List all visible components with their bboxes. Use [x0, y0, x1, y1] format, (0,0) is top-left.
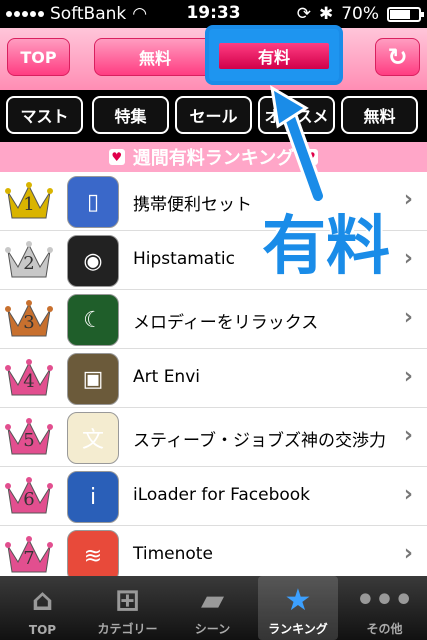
- list-item[interactable]: 3 ☾ メロディーをリラックス ›: [0, 290, 427, 349]
- rainbow-icon: ≋: [67, 530, 119, 576]
- chevron-right-icon: ›: [403, 305, 413, 330]
- rotation-lock-icon: ⟳: [296, 4, 311, 24]
- rank-number: 5: [23, 430, 35, 451]
- list-item[interactable]: 7 ≋ Timenote ›: [0, 526, 427, 576]
- refresh-icon: ↻: [387, 43, 408, 71]
- paid-highlight-box: 有料: [205, 25, 343, 85]
- ranking-title: 週間有料ランキング: [132, 148, 295, 169]
- category-label: 特集: [114, 107, 147, 126]
- bluetooth-icon: ✱: [318, 4, 334, 24]
- chevron-right-icon: ›: [403, 364, 413, 389]
- top-button[interactable]: TOP: [7, 38, 70, 76]
- app-name: iLoader for Facebook: [133, 485, 311, 505]
- list-item[interactable]: 4 ▣ Art Envi ›: [0, 349, 427, 408]
- tab-bar: ⌂ TOP ⊞ カテゴリー ▰ シーン ★ ランキング ••• その他: [0, 576, 427, 640]
- app-name: Hipstamatic: [133, 249, 235, 269]
- free-segment[interactable]: 無料: [95, 39, 215, 75]
- rank-number: 3: [23, 312, 35, 333]
- tab-label: ランキング: [268, 622, 328, 636]
- category-label: オススメ: [264, 107, 329, 126]
- chevron-right-icon: ›: [403, 482, 413, 507]
- clapper-icon: ▰: [200, 582, 225, 618]
- loader-icon: i: [67, 471, 119, 523]
- list-item[interactable]: 5 文スティーブ・ジョブズ神の交渉力 ›: [0, 408, 427, 467]
- category-sale[interactable]: セール: [175, 96, 252, 134]
- tab-top[interactable]: ⌂ TOP: [0, 576, 85, 640]
- status-bar: SoftBank ◠ 19:33 ⟳ ✱ 70%: [0, 0, 427, 28]
- more-icon: •••: [355, 582, 414, 618]
- tab-more[interactable]: ••• その他: [342, 576, 427, 640]
- ranking-header: ♥ 週間有料ランキング ♥: [0, 142, 427, 172]
- chevron-right-icon: ›: [403, 423, 413, 448]
- heart-icon: ♥: [302, 149, 319, 165]
- category-special[interactable]: 特集: [92, 96, 169, 134]
- annotation-label: 有料: [261, 209, 392, 286]
- rank-number: 4: [23, 371, 35, 392]
- tab-ranking[interactable]: ★ ランキング: [258, 576, 338, 640]
- painting-icon: ▣: [67, 353, 119, 405]
- category-bar: マスト 特集 セール オススメ 無料: [0, 90, 427, 142]
- book-icon: 文: [67, 412, 119, 464]
- moon-icon: ☾: [67, 294, 119, 346]
- battery-fill: [390, 9, 410, 19]
- tab-label: その他: [366, 622, 403, 636]
- category-label: マスト: [20, 107, 69, 126]
- phone-icon: ▯: [67, 176, 119, 228]
- category-recommended[interactable]: オススメ: [258, 96, 335, 134]
- category-free[interactable]: 無料: [341, 96, 418, 134]
- tree-icon: ⊞: [114, 582, 141, 618]
- status-right: ⟳ ✱ 70%: [296, 4, 424, 24]
- app-name: Art Envi: [133, 367, 200, 387]
- category-must[interactable]: マスト: [6, 96, 83, 134]
- heart-icon: ♥: [108, 149, 125, 165]
- app-name: Timenote: [133, 544, 213, 564]
- tab-label: シーン: [194, 622, 231, 636]
- app-name: スティーブ・ジョブズ神の交渉力: [133, 431, 386, 451]
- rank-number: 1: [23, 194, 35, 215]
- rank-number: 6: [23, 489, 35, 510]
- refresh-button[interactable]: ↻: [375, 38, 420, 76]
- tab-label: カテゴリー: [97, 622, 158, 636]
- app-name: メロディーをリラックス: [133, 313, 319, 333]
- chevron-right-icon: ›: [403, 187, 413, 212]
- paid-highlight-label: 有料: [219, 43, 329, 69]
- battery-icon: [387, 6, 424, 22]
- tab-category[interactable]: ⊞ カテゴリー: [85, 576, 170, 640]
- rank-number: 2: [23, 253, 35, 274]
- app-name: 携帯便利セット: [133, 195, 252, 215]
- star-icon: ★: [284, 582, 312, 618]
- battery-percent: 70%: [341, 4, 379, 24]
- rank-number: 7: [23, 548, 35, 569]
- chevron-right-icon: ›: [403, 246, 413, 271]
- category-label: セール: [189, 107, 238, 126]
- house-icon: ⌂: [31, 582, 54, 618]
- tab-label: TOP: [28, 623, 57, 637]
- list-item[interactable]: 6 i iLoader for Facebook ›: [0, 467, 427, 526]
- chevron-right-icon: ›: [403, 541, 413, 566]
- camera-icon: ◉: [67, 235, 119, 287]
- category-label: 無料: [363, 107, 396, 126]
- tab-scene[interactable]: ▰ シーン: [170, 576, 255, 640]
